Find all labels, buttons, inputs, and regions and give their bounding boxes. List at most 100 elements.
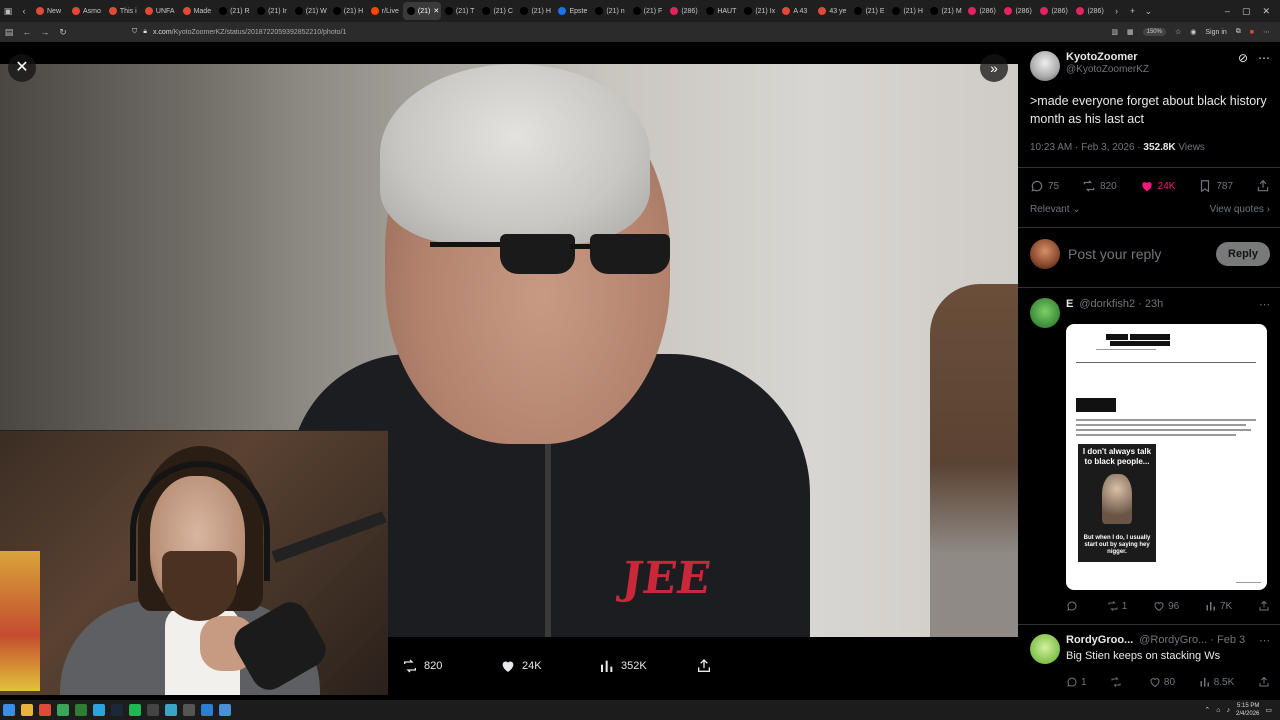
- profile-icon[interactable]: ◉: [1190, 28, 1196, 36]
- browser-tab[interactable]: (21) H: [888, 2, 926, 20]
- reload-icon[interactable]: ↻: [54, 27, 72, 38]
- browser-tab[interactable]: (21) E: [850, 2, 888, 20]
- reply-input[interactable]: Post your reply: [1068, 246, 1208, 262]
- reply-button[interactable]: 75: [1030, 179, 1059, 193]
- url-field[interactable]: ⛉ 🔒︎ x.com/KyotoZoomerKZ/status/20187220…: [132, 28, 346, 36]
- browser-tab[interactable]: 43 ye: [814, 2, 850, 20]
- lock-icon[interactable]: 🔒︎: [143, 28, 147, 36]
- reply-avatar[interactable]: [1030, 298, 1060, 328]
- sign-in-label[interactable]: Sign in: [1205, 29, 1226, 36]
- reply-author-handle[interactable]: @dorkfish2 · 23h: [1079, 298, 1163, 310]
- author-display-name[interactable]: KyotoZoomer: [1066, 51, 1149, 63]
- window-close-icon[interactable]: ✕: [1262, 6, 1270, 17]
- tray-chevron-icon[interactable]: ⌃: [1204, 706, 1210, 714]
- tab-list-icon[interactable]: ⌄: [1140, 6, 1156, 17]
- obs-icon[interactable]: [147, 704, 159, 716]
- browser-tab[interactable]: Asmo: [68, 2, 105, 20]
- browser-tab[interactable]: (21) T: [441, 2, 479, 20]
- sidebar-toggle-icon[interactable]: ▤: [0, 27, 18, 38]
- more-options-icon[interactable]: ⋯: [1258, 51, 1270, 65]
- tab-scroll-left-icon[interactable]: ‹: [16, 6, 32, 16]
- browser-tab[interactable]: (21) H: [516, 2, 554, 20]
- browser-tab[interactable]: (21) Ir: [253, 2, 291, 20]
- spotify-icon[interactable]: [129, 704, 141, 716]
- volume-icon[interactable]: ♪: [1227, 707, 1231, 714]
- app-icon[interactable]: [183, 704, 195, 716]
- app-icon[interactable]: [201, 704, 213, 716]
- reply-more-icon[interactable]: ⋯: [1259, 298, 1270, 311]
- browser-tab[interactable]: (21) n: [591, 2, 628, 20]
- browser-tab[interactable]: (286): [1072, 2, 1108, 20]
- browser-tab[interactable]: HAUT: [702, 2, 740, 20]
- media-share-button[interactable]: [696, 658, 712, 674]
- reply-author-name[interactable]: E: [1066, 298, 1073, 310]
- tab-scroll-right-icon[interactable]: ›: [1108, 6, 1124, 16]
- tweet-timestamp[interactable]: 10:23 AM · Feb 3, 2026 ·: [1030, 142, 1143, 153]
- reply-share-button[interactable]: [1258, 676, 1270, 688]
- browser-tab[interactable]: (21) R: [215, 2, 253, 20]
- reply-views-button[interactable]: 7K: [1205, 600, 1232, 612]
- extension-red-icon[interactable]: ■: [1250, 29, 1254, 36]
- maximize-icon[interactable]: ▢: [1242, 6, 1251, 17]
- telegram-icon[interactable]: [93, 704, 105, 716]
- reply-image[interactable]: I don't always talk to black people... B…: [1066, 324, 1267, 590]
- app-icon[interactable]: [165, 704, 177, 716]
- app-icon[interactable]: [219, 704, 231, 716]
- reply-share-button[interactable]: [1258, 600, 1270, 612]
- chrome-icon[interactable]: [57, 704, 69, 716]
- browser-tab[interactable]: (286): [964, 2, 1000, 20]
- toggle-panel-button[interactable]: »: [980, 54, 1008, 82]
- grok-icon[interactable]: ⊘: [1238, 51, 1248, 65]
- browser-tab[interactable]: New: [32, 2, 68, 20]
- reply-author-name[interactable]: RordyGroo...: [1066, 634, 1133, 646]
- browser-tab[interactable]: (286): [666, 2, 702, 20]
- reply-reply-button[interactable]: 1: [1066, 676, 1087, 688]
- browser-menu-icon[interactable]: ⋯: [1263, 28, 1270, 36]
- browser-tab[interactable]: (21) F: [629, 2, 667, 20]
- reply-retweet-button[interactable]: 1: [1107, 600, 1127, 612]
- new-tab-icon[interactable]: +: [1124, 6, 1140, 16]
- author-handle[interactable]: @KyotoZoomerKZ: [1066, 64, 1149, 75]
- steam-icon[interactable]: [111, 704, 123, 716]
- browser-tab[interactable]: (21) W: [291, 2, 329, 20]
- reply-item[interactable]: E @dorkfish2 · 23h ⋯ I don't always talk…: [1030, 298, 1270, 618]
- minimize-icon[interactable]: –: [1225, 6, 1230, 17]
- tab-menu-icon[interactable]: ▣: [0, 6, 16, 17]
- extensions-icon[interactable]: ⧉: [1236, 28, 1241, 36]
- screenshot-icon[interactable]: ▦: [1127, 28, 1134, 36]
- bookmark-button[interactable]: 787: [1198, 179, 1233, 193]
- reply-retweet-button[interactable]: [1110, 676, 1125, 688]
- reply-submit-button[interactable]: Reply: [1216, 242, 1270, 266]
- browser-tab[interactable]: (286): [1036, 2, 1072, 20]
- reader-icon[interactable]: ▥: [1111, 28, 1118, 36]
- browser-tab[interactable]: A 43: [778, 2, 814, 20]
- author-avatar[interactable]: [1030, 51, 1060, 81]
- shield-icon[interactable]: ⛉: [132, 28, 137, 36]
- reply-item[interactable]: RordyGroo... @RordyGro... · Feb 3 ⋯ Big …: [1030, 634, 1270, 694]
- browser-tab[interactable]: Made: [179, 2, 216, 20]
- view-quotes-link[interactable]: View quotes ›: [1210, 204, 1270, 215]
- browser-icon[interactable]: [39, 704, 51, 716]
- reply-like-button[interactable]: 80: [1149, 676, 1175, 688]
- reply-views-button[interactable]: 8.5K: [1199, 676, 1234, 688]
- reply-reply-button[interactable]: [1066, 600, 1081, 612]
- zoom-level[interactable]: 150%: [1142, 28, 1166, 36]
- browser-tab[interactable]: UNFA: [141, 2, 179, 20]
- browser-tab[interactable]: (21) Ix: [740, 2, 778, 20]
- close-viewer-button[interactable]: ✕: [8, 54, 36, 82]
- browser-tab[interactable]: (21) H: [329, 2, 367, 20]
- browser-tab[interactable]: (21) ✕: [402, 2, 441, 20]
- media-like-button[interactable]: 24K: [500, 658, 542, 674]
- share-button[interactable]: [1256, 179, 1270, 193]
- back-icon[interactable]: ←: [18, 27, 36, 37]
- notification-icon[interactable]: ▭: [1265, 706, 1272, 714]
- app-icon[interactable]: [75, 704, 87, 716]
- forward-icon[interactable]: →: [36, 27, 54, 37]
- clock[interactable]: 5:15 PM 2/4/2026: [1236, 702, 1259, 718]
- reply-like-button[interactable]: 96: [1153, 600, 1179, 612]
- browser-tab[interactable]: (21) C: [478, 2, 516, 20]
- browser-tab[interactable]: r/Live: [367, 2, 403, 20]
- browser-tab[interactable]: (286): [1000, 2, 1036, 20]
- start-icon[interactable]: [3, 704, 15, 716]
- reply-more-icon[interactable]: ⋯: [1259, 634, 1270, 647]
